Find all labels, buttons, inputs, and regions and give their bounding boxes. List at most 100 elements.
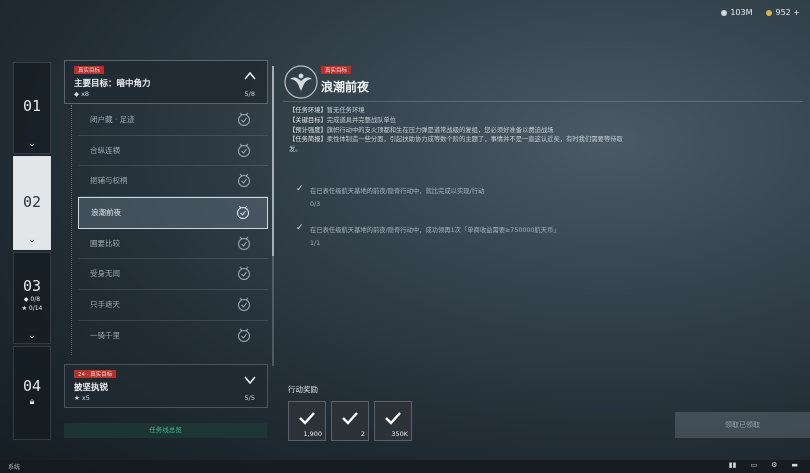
info-row: 【预计强度】旗帜行动中的支火顶都和生在压力弹是道常战级的复组，您必须好准备以费迫…: [289, 126, 629, 136]
info-key: 【预计强度】: [289, 126, 327, 134]
chapter-number: 01: [22, 97, 42, 115]
info-row: 【任务简报】柔性体制造一些分面，引起扶助协力成等数个阶的主题了，事情并不是一直这…: [289, 135, 629, 155]
chapter-03[interactable]: 03 ◆ 0/8 ★ 0/14 ⌄: [13, 252, 51, 344]
objective-progress: 1/1: [310, 240, 321, 247]
mission-connector: [71, 105, 72, 355]
detail-divider: [283, 101, 803, 102]
mission-line-overview-button[interactable]: 任务线总览: [64, 423, 267, 438]
objective-item: ✓ 在已表任级航天基地的前夜/隐奇行动中，成功领再1次「单商收益需要≥75000…: [296, 223, 560, 247]
detail-tag: 真实目标: [321, 66, 352, 74]
eagle-emblem-icon: [284, 65, 318, 99]
check-icon: [299, 412, 315, 425]
main-target-count: 5/8: [244, 90, 255, 98]
mission-item[interactable]: 受身无闻: [78, 259, 268, 291]
mission-label: 闭户藏 · 足迹: [90, 115, 135, 124]
reward-item[interactable]: 1,900: [288, 401, 326, 441]
mission-title: 浪潮前夜: [321, 80, 370, 94]
chapter-number: 02: [22, 193, 42, 211]
system-label: 系统: [8, 464, 21, 471]
main-target-reward: ◆ x8: [74, 90, 90, 98]
chat-icon[interactable]: ▭: [750, 461, 757, 469]
complete-badge-icon: [237, 205, 249, 220]
chapter-progress-diamond: ◆ 0/8: [23, 296, 41, 303]
mission-scrollbar[interactable]: [272, 66, 274, 366]
reward-qty: 1,900: [303, 430, 322, 438]
complete-badge-icon: [238, 267, 250, 281]
info-value: 完成道具并完整战队单位: [326, 116, 397, 124]
info-key: 【任务简报】: [289, 136, 327, 144]
chapter-02[interactable]: 02 ⌄: [13, 156, 51, 250]
chevron-down-icon: [244, 376, 256, 385]
reward-qty: 2: [360, 430, 365, 438]
mission-label: 浪潮前夜: [91, 208, 121, 218]
chapter4-target-reward: ★ x5: [74, 394, 90, 402]
mission-item[interactable]: 闭户藏 · 足迹: [78, 105, 268, 136]
objective-text: 在已表任级航天基地的前夜/隐奇行动中，就比完成以实现/行动: [310, 188, 485, 195]
lock-icon: 🔒︎: [29, 397, 35, 407]
gold-coin-icon: [766, 9, 773, 16]
main-target-title: 主要目标：暗中角力: [74, 79, 151, 89]
currency-coins: 103M: [721, 8, 752, 17]
premium-amount: 952 +: [775, 8, 800, 17]
signal-icon[interactable]: ▮▮: [729, 461, 737, 469]
mission-item[interactable]: 一骑千里: [78, 321, 268, 351]
mission-label: 挹辅与权柄: [90, 176, 128, 186]
mission-label: 受身无闻: [90, 269, 120, 279]
mission-item[interactable]: 只手遮天: [78, 290, 268, 321]
bottom-bar: 系统 ▮▮ ▭ ⚙ ▬: [0, 460, 810, 473]
chapter4-target-header[interactable]: 24 · 真实目标 披坚执锐 ★ x5 5/5: [64, 364, 268, 408]
info-value: 暂无任务环境: [326, 107, 365, 114]
complete-badge-icon: [238, 236, 250, 250]
coin-icon: [721, 9, 728, 16]
chevron-down-icon: ⌄: [28, 331, 36, 341]
mission-item[interactable]: 圃要比较: [78, 229, 268, 260]
currency-premium: 952 +: [766, 8, 800, 17]
mission-info: 【任务环境】暂无任务环境 【关键目标】完成道具并完整战队单位 【预计强度】旗帜行…: [289, 106, 629, 155]
rewards-title: 行动奖励: [288, 385, 318, 394]
chapter-progress-star: ★ 0/14: [21, 305, 43, 312]
mission-label: 合纵连横: [90, 145, 120, 155]
chapter-01[interactable]: 01 ⌄: [13, 62, 51, 154]
coin-amount: 103M: [730, 8, 753, 17]
info-row: 【任务环境】暂无任务环境: [289, 106, 629, 116]
reward-item[interactable]: 350K: [374, 401, 412, 441]
main-target-header[interactable]: 真实目标 主要目标：暗中角力 ◆ x8 5/8: [64, 60, 268, 104]
mission-label: 圃要比较: [90, 238, 120, 248]
mission-item[interactable]: 挹辅与权柄: [78, 166, 268, 198]
info-value: 柔性体制造一些分面，引起扶助协力成等数个阶的主题了，事情并不是一直这认近矣，有时…: [289, 136, 623, 154]
chapter-number: 04: [22, 377, 42, 395]
info-row: 【关键目标】完成道具并完整战队单位: [289, 116, 629, 126]
chevron-down-icon: ⌄: [28, 235, 36, 245]
objective-progress: 0/3: [310, 201, 321, 208]
mission-item-selected[interactable]: 浪潮前夜: [78, 197, 268, 229]
chevron-down-icon: ⌄: [28, 139, 36, 149]
complete-badge-icon: [238, 174, 250, 188]
complete-badge-icon: [238, 143, 250, 157]
reward-qty: 350K: [391, 430, 408, 438]
reward-item[interactable]: 2: [331, 401, 369, 441]
objective-text: 在已表任级航天基地的前夜/隐奇行动中，成功领再1次「单商收益需要≥750000航…: [310, 227, 560, 234]
chapter4-target-title: 披坚执锐: [74, 383, 109, 393]
claim-reward-button[interactable]: 领取已领取: [675, 412, 810, 438]
check-icon: [385, 412, 401, 425]
chapter-04[interactable]: 04 🔒︎: [13, 346, 51, 440]
scrollbar-thumb[interactable]: [272, 66, 274, 256]
settings-icon[interactable]: ⚙: [771, 461, 777, 469]
info-key: 【任务环境】: [289, 107, 327, 114]
mission-list: 闭户藏 · 足迹 合纵连横 挹辅与权柄 浪潮前夜 圃要比较 受身无闻 只手遮天 …: [78, 105, 268, 351]
currency-bar: 103M 952 +: [721, 8, 800, 17]
check-icon: [342, 412, 358, 425]
complete-badge-icon: [238, 297, 250, 312]
mission-label: 只手遮天: [90, 300, 120, 310]
complete-badge-icon: [238, 112, 250, 126]
target-tag: 24 · 真实目标: [74, 370, 117, 378]
check-icon: ✓: [296, 223, 304, 233]
bottom-icons: ▮▮ ▭ ⚙ ▬: [729, 461, 798, 469]
check-icon: ✓: [296, 184, 304, 194]
chapter4-target-count: 5/5: [244, 394, 255, 402]
chapter-number: 03: [22, 277, 42, 295]
mission-item[interactable]: 合纵连横: [78, 136, 268, 167]
menu-icon[interactable]: ▬: [791, 461, 798, 469]
chevron-up-icon: [244, 71, 256, 80]
mission-label: 一骑千里: [90, 330, 120, 340]
